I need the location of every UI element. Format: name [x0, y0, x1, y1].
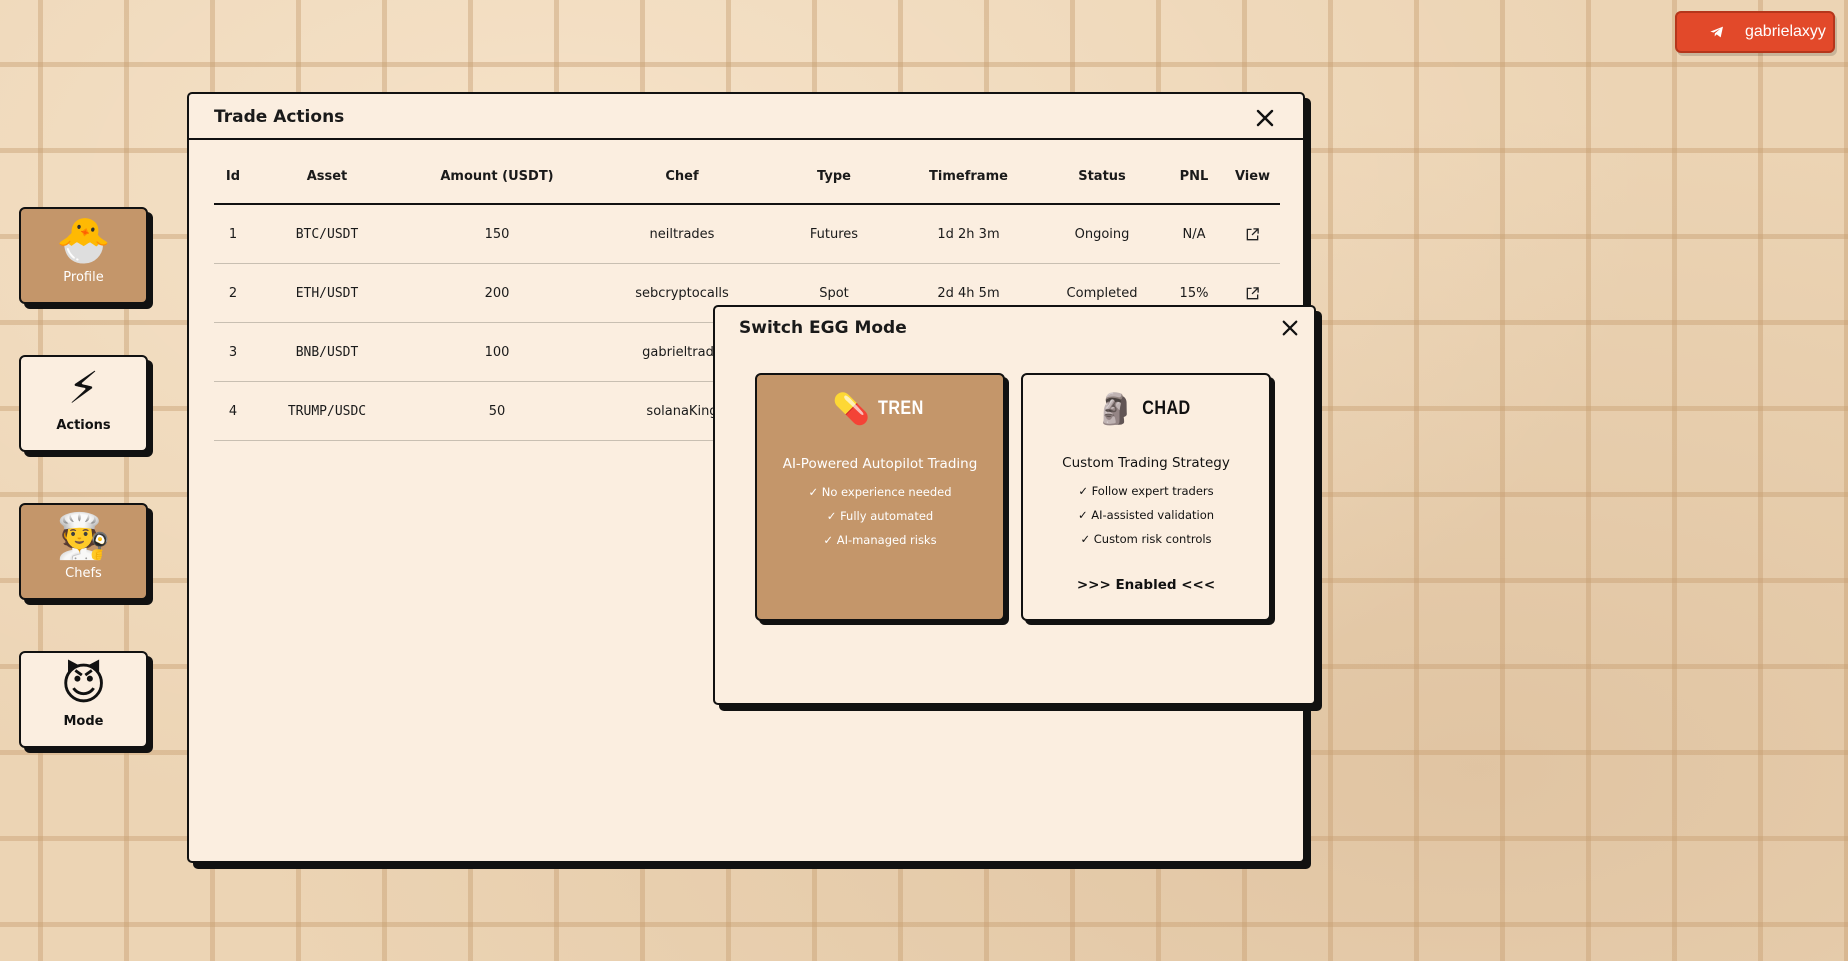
cell-amount: 50: [402, 381, 592, 441]
feature-item: ✓ AI-managed risks: [823, 533, 937, 547]
column-header: Status: [1041, 149, 1163, 205]
telegram-icon: [1710, 26, 1723, 38]
feature-list: ✓ Follow expert traders ✓ AI-assisted va…: [1023, 479, 1269, 551]
feature-item: ✓ Custom risk controls: [1080, 532, 1212, 546]
column-header: Type: [772, 149, 896, 205]
feature-item: ✓ Follow expert traders: [1078, 484, 1214, 498]
lightning-icon: ⚡: [68, 363, 99, 414]
close-icon[interactable]: [1281, 319, 1299, 337]
nav-mode-label: Mode: [63, 714, 104, 729]
switch-egg-mode-panel: Switch EGG Mode 💊 TREN AI-Powered Autopi…: [713, 305, 1316, 705]
external-link-icon[interactable]: [1245, 286, 1260, 301]
cell-asset: ETH/USDT: [252, 263, 402, 323]
cell-id: 2: [214, 263, 252, 323]
cell-id: 4: [214, 381, 252, 441]
cell-amount: 150: [402, 204, 592, 264]
cell-id: 3: [214, 322, 252, 382]
pill-icon: 💊: [832, 391, 870, 427]
egg-panel-title: Switch EGG Mode: [739, 318, 907, 338]
cell-pnl: N/A: [1163, 204, 1225, 264]
mode-name: CHAD: [1142, 398, 1191, 419]
mode-card-tren[interactable]: 💊 TREN AI-Powered Autopilot Trading ✓ No…: [755, 373, 1005, 621]
feature-list: ✓ No experience needed ✓ Fully automated…: [757, 480, 1003, 552]
mode-header: 💊 TREN: [757, 391, 1003, 427]
column-header: View: [1225, 149, 1280, 205]
feature-item: ✓ Fully automated: [826, 509, 934, 523]
table-row: 1 BTC/USDT 150 neiltrades Futures 1d 2h …: [214, 204, 1280, 264]
nav-chefs-button[interactable]: 🧑‍🍳 Chefs: [19, 503, 148, 600]
mode-card-chad[interactable]: 🗿 CHAD Custom Trading Strategy ✓ Follow …: [1021, 373, 1271, 621]
column-header: Amount (USDT): [402, 149, 592, 205]
cell-chef: neiltrades: [592, 204, 772, 264]
nav-actions-label: Actions: [56, 418, 111, 433]
title-divider: [189, 138, 1303, 140]
enabled-status: >>> Enabled <<<: [1076, 577, 1216, 593]
feature-item: ✓ AI-assisted validation: [1077, 508, 1215, 522]
mode-name: TREN: [877, 398, 924, 419]
external-link-icon[interactable]: [1245, 227, 1260, 242]
telegram-user-button[interactable]: gabrielaxyy: [1675, 11, 1835, 53]
nav-profile-label: Profile: [63, 270, 104, 285]
feature-item: ✓ No experience needed: [808, 485, 952, 499]
column-header: Asset: [252, 149, 402, 205]
nav-actions-button[interactable]: ⚡ Actions: [19, 355, 148, 452]
telegram-username: gabrielaxyy: [1745, 23, 1826, 40]
panel-title: Trade Actions: [214, 107, 345, 127]
close-icon[interactable]: [1255, 108, 1275, 128]
devil-face-icon: 😈: [60, 659, 107, 710]
column-header: Chef: [592, 149, 772, 205]
cell-timeframe: 1d 2h 3m: [896, 204, 1041, 264]
mode-subtitle: AI-Powered Autopilot Trading: [782, 456, 978, 472]
chef-icon: 🧑‍🍳: [56, 511, 111, 562]
hatching-chick-icon: 🐣: [56, 215, 111, 266]
cell-type: Futures: [772, 204, 896, 264]
nav-chefs-label: Chefs: [65, 566, 102, 581]
column-header: Timeframe: [896, 149, 1041, 205]
table-header-row: Id Asset Amount (USDT) Chef Type Timefra…: [214, 149, 1280, 205]
cell-id: 1: [214, 204, 252, 264]
nav-profile-button[interactable]: 🐣 Profile: [19, 207, 148, 304]
moai-icon: 🗿: [1096, 391, 1135, 427]
cell-asset: BTC/USDT: [252, 204, 402, 264]
cell-asset: BNB/USDT: [252, 322, 402, 382]
cell-amount: 100: [402, 322, 592, 382]
cell-status: Ongoing: [1041, 204, 1163, 264]
mode-subtitle: Custom Trading Strategy: [1062, 455, 1230, 471]
column-header: PNL: [1163, 149, 1225, 205]
cell-view: [1225, 204, 1280, 264]
column-header: Id: [214, 149, 252, 205]
nav-mode-button[interactable]: 😈 Mode: [19, 651, 148, 748]
cell-asset: TRUMP/USDC: [252, 381, 402, 441]
cell-amount: 200: [402, 263, 592, 323]
mode-header: 🗿 CHAD: [1023, 391, 1269, 427]
